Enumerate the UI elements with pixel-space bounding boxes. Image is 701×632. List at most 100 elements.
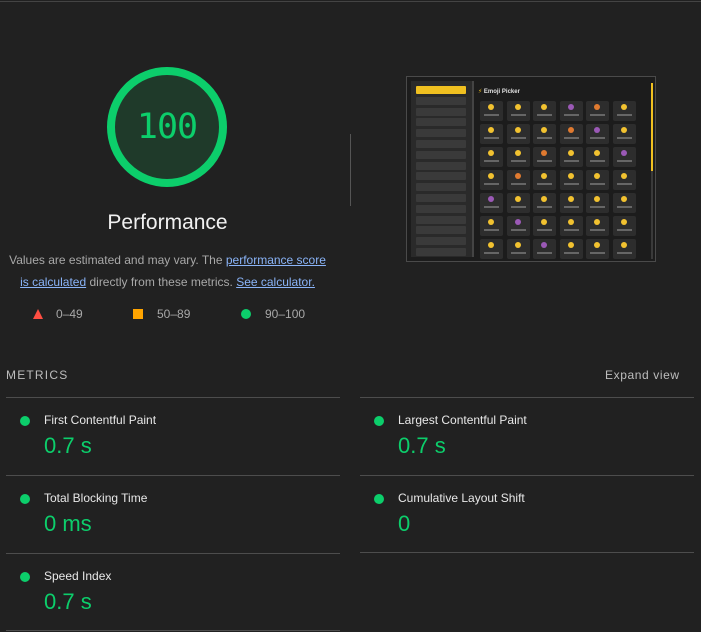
see-calculator-link[interactable]: See calculator. [236,275,315,289]
thumbnail-emoji-cell [559,170,583,190]
thumbnail-emoji-cell [559,147,583,167]
thumbnail-emoji-cell [480,101,503,121]
thumbnail-sidebar-item [416,129,466,138]
legend-range: 0–49 [56,307,83,321]
thumbnail-sidebar-item [416,204,466,213]
thumbnail-emoji-cell [612,124,636,144]
metric-total-blocking-time: Total Blocking Time 0 ms [6,476,336,546]
performance-gauge[interactable]: 100 [107,67,227,187]
metric-divider [6,630,340,631]
thumbnail-emoji-cell [506,147,530,167]
thumbnail-emoji-cell [533,239,556,259]
thumbnail-emoji-cell [533,193,556,213]
final-screenshot-thumbnail[interactable]: ⚡ Emoji Picker [406,76,656,262]
thumbnail-emoji-cell [533,101,556,121]
metric-divider [360,552,694,553]
thumbnail-emoji-cell [533,124,556,144]
red-triangle-icon [33,309,43,319]
thumbnail-emoji-cell [586,193,609,213]
thumbnail-emoji-cell [480,216,503,236]
thumbnail-emoji-cell [586,101,609,121]
thumbnail-title: ⚡ Emoji Picker [478,88,520,95]
thumbnail-sidebar-item [416,140,466,148]
metric-value: 0.7 s [44,589,92,614]
metric-value: 0 ms [44,511,92,536]
thumbnail-emoji-cell [612,216,636,236]
metric-label: First Contentful Paint [44,413,157,427]
metric-largest-contentful-paint: Largest Contentful Paint 0.7 s [360,398,690,468]
metric-label: Largest Contentful Paint [398,413,527,427]
thumbnail-emoji-cell [559,101,583,121]
green-circle-icon [20,416,30,426]
thumbnail-scrollbar-thumb [651,83,653,171]
thumbnail-emoji-cell [533,170,556,190]
metrics-header: METRICS [6,368,69,382]
bolt-icon: ⚡ [478,89,483,95]
vertical-divider [350,134,351,206]
thumbnail-emoji-cell [480,147,503,167]
thumbnail-emoji-cell [559,193,583,213]
green-circle-icon [20,572,30,582]
metric-first-contentful-paint: First Contentful Paint 0.7 s [6,398,336,468]
green-circle-icon [374,416,384,426]
thumbnail-title-text: Emoji Picker [483,89,520,95]
thumbnail-sidebar-item [416,237,466,246]
green-circle-icon [241,309,251,319]
top-divider [0,1,701,2]
thumbnail-emoji-cell [533,147,556,167]
thumbnail-emoji-cell [586,239,609,259]
thumbnail-sidebar-item [416,86,466,94]
orange-square-icon [133,309,143,319]
expand-view-button[interactable]: Expand view [605,368,680,382]
score-legend: 0–49 50–89 90–100 [0,307,340,325]
thumbnail-sidebar-item [416,248,466,256]
thumbnail-emoji-cell [612,147,636,167]
thumbnail-emoji-cell [506,124,530,144]
legend-item-pass: 90–100 [241,307,305,321]
thumbnail-sidebar-item [416,226,466,235]
metric-label: Total Blocking Time [44,491,148,505]
description-prefix: Values are estimated and may vary. The [9,253,226,267]
thumbnail-sidebar-item [416,215,466,224]
legend-range: 90–100 [265,307,306,321]
metric-cumulative-layout-shift: Cumulative Layout Shift 0 [360,476,690,546]
thumbnail-sidebar-item [416,161,466,170]
thumbnail-sidebar-item [416,172,466,181]
green-circle-icon [374,494,384,504]
thumbnail-emoji-cell [506,216,530,236]
thumbnail-emoji-cell [612,170,636,190]
legend-item-fail: 0–49 [33,307,83,321]
metric-speed-index: Speed Index 0.7 s [6,554,336,624]
thumbnail-sidebar-item [416,150,466,159]
metric-value: 0.7 s [398,433,446,458]
metric-value: 0 [398,511,411,536]
performance-description: Values are estimated and may vary. The p… [6,249,329,293]
thumbnail-emoji-cell [559,216,583,236]
thumbnail-emoji-cell [612,101,636,121]
legend-range: 50–89 [157,307,191,321]
thumbnail-sidebar-item [416,183,466,192]
description-middle: directly from these metrics. [86,275,237,289]
legend-item-average: 50–89 [133,307,190,321]
metric-label: Cumulative Layout Shift [398,491,525,505]
green-circle-icon [20,494,30,504]
thumbnail-emoji-cell [586,216,609,236]
metric-value: 0.7 s [44,433,92,458]
thumbnail-emoji-cell [480,239,503,259]
thumbnail-sidebar-item [416,107,466,116]
thumbnail-scrollbar [651,83,653,259]
thumbnail-emoji-cell [533,216,556,236]
thumbnail-emoji-cell [586,170,609,190]
thumbnail-emoji-cell [506,101,530,121]
thumbnail-emoji-cell [506,239,530,259]
thumbnail-emoji-cell [559,124,583,144]
thumbnail-sidebar-item [416,194,466,202]
thumbnail-emoji-cell [612,193,636,213]
thumbnail-emoji-cell [480,193,503,213]
thumbnail-emoji-cell [586,147,609,167]
thumbnail-sidebar [411,81,474,257]
thumbnail-emoji-cell [586,124,609,144]
thumbnail-sidebar-item [416,96,466,105]
metric-label: Speed Index [44,569,112,583]
thumbnail-emoji-cell [612,239,636,259]
